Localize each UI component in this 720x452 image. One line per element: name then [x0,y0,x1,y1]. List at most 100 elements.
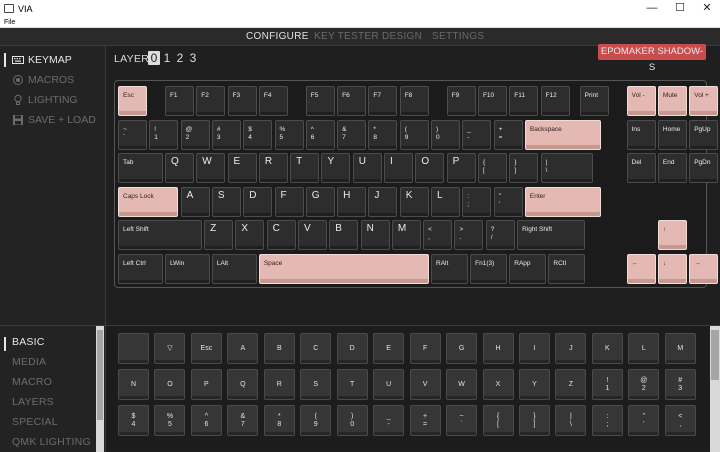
key-t[interactable]: T [290,153,320,183]
key-f12[interactable]: F12 [540,86,570,116]
key-f[interactable]: F [274,186,304,217]
layer-0-button[interactable]: 0 [148,51,160,65]
keycode-scrollbar-thumb[interactable] [711,330,719,380]
key-m[interactable]: M [391,220,421,250]
key-pgdn[interactable]: PgDn [689,153,719,183]
keycode-x[interactable]: X [482,369,514,400]
key-f9[interactable]: F9 [446,86,476,116]
key-b[interactable]: B [329,220,359,250]
minimize-button[interactable]: — [638,0,666,18]
key-x[interactable]: X [235,220,265,250]
key-rctl[interactable]: RCtl [548,253,586,284]
key-end[interactable]: End [657,153,687,183]
keycode-c[interactable]: C [300,333,332,364]
key-g[interactable]: G [305,186,335,217]
key-[interactable]: _ - [462,119,492,150]
keycode-h[interactable]: H [482,333,514,364]
keycode-p[interactable]: P [190,369,222,400]
key-f7[interactable]: F7 [368,86,398,116]
key-i[interactable]: I [384,153,414,183]
key-l[interactable]: L [431,186,460,217]
key-f6[interactable]: F6 [337,86,367,116]
key-r[interactable]: R [258,153,288,183]
key-[interactable]: } ] [509,153,539,183]
keycode-n[interactable]: N [118,369,149,400]
key-f11[interactable]: F11 [509,86,539,116]
key-[interactable]: + = [493,119,523,150]
key-j[interactable]: J [368,186,398,217]
key-p[interactable]: P [446,153,476,183]
tab-settings[interactable]: SETTINGS [432,31,484,42]
key-pgup[interactable]: PgUp [689,119,719,150]
key-f8[interactable]: F8 [399,86,429,116]
key-print[interactable]: Print [579,86,609,116]
key-0[interactable]: ) 0 [431,119,460,150]
keycode-q[interactable]: Q [227,369,259,400]
key-h[interactable]: H [337,186,367,217]
key-[interactable]: | \ [540,153,594,183]
keycode-item[interactable]: ▽ [154,333,186,364]
category-macro[interactable]: MACRO [12,376,52,388]
sidebar-item-macros[interactable]: MACROS [12,73,74,87]
keycode-r[interactable]: R [263,369,295,400]
category-media[interactable]: MEDIA [12,356,46,368]
keycode-7[interactable]: & 7 [227,405,259,436]
layer-3-button[interactable]: 3 [187,51,199,65]
sidebar-item-save-load[interactable]: SAVE + LOAD [12,113,96,127]
menu-file[interactable]: File [4,19,15,26]
key-f2[interactable]: F2 [196,86,226,116]
key-[interactable]: < , [423,220,453,250]
key-vol[interactable]: Vol + [689,86,719,116]
keycode-a[interactable]: A [227,333,259,364]
key-[interactable]: { [ [477,153,507,183]
key-tab[interactable]: Tab [118,153,163,183]
key-6[interactable]: ^ 6 [305,119,335,150]
tab-key-tester[interactable]: KEY TESTER [314,31,379,42]
key-ralt[interactable]: RAlt [431,253,468,284]
key-[interactable]: ← [626,253,656,284]
keycode-5[interactable]: % 5 [154,405,186,436]
keycode-item[interactable]: : ; [591,405,623,436]
keycode-3[interactable]: # 3 [664,369,696,400]
key-f10[interactable]: F10 [477,86,507,116]
key-left-ctrl[interactable]: Left Ctrl [118,253,163,284]
key-[interactable]: ↑ [657,220,687,250]
key-[interactable]: ? / [485,220,515,250]
tab-design[interactable]: DESIGN [382,31,422,42]
keycode-t[interactable]: T [336,369,368,400]
keycode-i[interactable]: I [518,333,550,364]
key-[interactable]: → [689,253,719,284]
category-basic[interactable]: BASIC [12,336,45,348]
keycode-0[interactable]: ) 0 [336,405,368,436]
category-layers[interactable]: LAYERS [12,396,54,408]
key-2[interactable]: @ 2 [180,119,210,150]
key-3[interactable]: # 3 [211,119,241,150]
keycode-w[interactable]: W [446,369,478,400]
key-e[interactable]: E [227,153,257,183]
key-d[interactable]: D [243,186,273,217]
keycode-e[interactable]: E [373,333,405,364]
keycode-k[interactable]: K [591,333,623,364]
keycode-item[interactable]: { [ [482,405,514,436]
key-fn1-3[interactable]: Fn1(3) [470,253,507,284]
key-esc[interactable]: Esc [118,86,147,116]
key-enter[interactable]: Enter [524,186,601,217]
keycode-1[interactable]: ! 1 [591,369,623,400]
keycode-item[interactable]: " ' [628,405,660,436]
maximize-button[interactable]: ☐ [666,0,694,18]
keycode-u[interactable]: U [373,369,405,400]
key-9[interactable]: ( 9 [399,119,429,150]
key-[interactable]: " ' [493,186,523,217]
keycode-m[interactable]: M [664,333,696,364]
keycode-9[interactable]: ( 9 [300,405,332,436]
key-[interactable]: > . [454,220,484,250]
key-caps-lock[interactable]: Caps Lock [118,186,179,217]
keycode-esc[interactable]: Esc [190,333,222,364]
sidebar-item-lighting[interactable]: LIGHTING [12,93,78,107]
keycode-s[interactable]: S [300,369,332,400]
key-lwin[interactable]: LWin [164,253,210,284]
key-mute[interactable]: Mute [657,86,687,116]
key-f5[interactable]: F5 [305,86,335,116]
key-[interactable]: ~ ` [118,119,147,150]
keycode-v[interactable]: V [409,369,441,400]
